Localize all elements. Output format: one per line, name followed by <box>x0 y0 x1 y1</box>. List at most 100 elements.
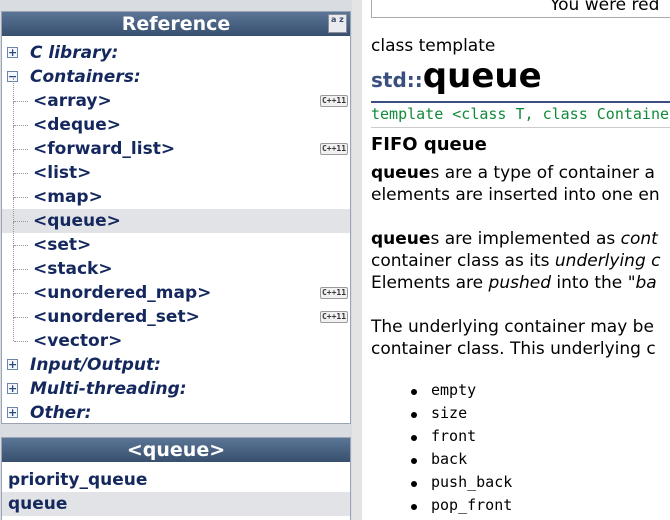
member-function-link[interactable]: empty <box>431 381 476 399</box>
tree-item-label[interactable]: <stack> <box>33 259 113 279</box>
tree-item[interactable]: <unordered_map> C++11 <box>2 270 350 305</box>
tree-item[interactable]: <set> <box>2 222 350 257</box>
paragraph-2-line-3: Elements are pushed into the "ba <box>371 273 657 293</box>
tree-guide-horizontal <box>14 293 28 294</box>
tree-category-label[interactable]: Other: <box>30 403 91 423</box>
paragraph-3: The underlying container may be containe… <box>371 316 656 360</box>
tree-guide-vertical <box>13 318 14 341</box>
member-function-link[interactable]: size <box>431 404 467 422</box>
tree-guide-vertical <box>13 270 14 294</box>
tree-item[interactable]: <array> C++11 <box>2 78 350 113</box>
tree-guide-vertical <box>13 198 14 222</box>
tree-category-15[interactable]: + Other: <box>2 401 350 425</box>
tree-guide-horizontal <box>14 149 28 150</box>
paragraph-3-line-2: container class. This underlying c <box>371 339 656 359</box>
tree-item[interactable]: <stack> <box>2 246 350 281</box>
tree-guide-horizontal <box>14 245 28 246</box>
paragraph-2: queues are implemented as cont container… <box>371 228 661 294</box>
tree-item[interactable]: <forward_list> C++11 <box>2 126 350 161</box>
header-item[interactable]: priority_queue <box>2 468 350 492</box>
title-divider <box>371 101 670 103</box>
tree-item-label[interactable]: <list> <box>33 163 91 183</box>
tree-guide-vertical <box>13 150 14 174</box>
template-signature: template <class T, class Containe <box>371 105 670 123</box>
page-title-text: queue <box>422 56 542 96</box>
tree-item-label[interactable]: <array> <box>33 91 112 111</box>
tree-guide-vertical <box>13 222 14 246</box>
main-content: You were red class template std::queue t… <box>362 0 670 520</box>
tree-item-label[interactable]: <vector> <box>33 331 122 351</box>
tree-item[interactable]: <vector> <box>2 318 350 353</box>
reference-header: Reference a z <box>2 12 350 36</box>
tree-item[interactable]: <unordered_set> C++11 <box>2 294 350 329</box>
tree-item[interactable]: <list> <box>2 150 350 185</box>
paragraph-1: queues are a type of container a element… <box>371 162 660 206</box>
tree-item-label[interactable]: <set> <box>33 235 91 255</box>
queue-header-title: <queue> <box>2 438 350 462</box>
class-template-label: class template <box>371 36 496 56</box>
expand-icon[interactable]: + <box>7 47 18 58</box>
tree-item[interactable]: <map> <box>2 174 350 209</box>
tree-guide-horizontal <box>14 269 28 270</box>
left-sidebar: Reference a z + C library: − Containers: <ar… <box>0 0 352 520</box>
tree-category-label[interactable]: Containers: <box>30 67 141 87</box>
tree-guide-vertical <box>13 102 14 126</box>
tree-item-label[interactable]: <map> <box>33 187 103 207</box>
tree-guide-vertical <box>13 294 14 318</box>
tree-category-label[interactable]: C library: <box>30 43 118 63</box>
member-list-item: empty <box>402 381 512 404</box>
member-list-item: back <box>402 450 512 473</box>
cpp11-badge: C++11 <box>320 95 348 107</box>
az-sort-icon[interactable]: a z <box>328 14 347 33</box>
tree-category-label[interactable]: Multi-threading: <box>30 379 187 399</box>
member-function-list: empty size front back push_back pop_front <box>402 381 512 519</box>
header-item-label[interactable]: priority_queue <box>8 470 147 490</box>
member-list-item: pop_front <box>402 496 512 519</box>
tree-item-label[interactable]: <unordered_map> <box>33 283 211 303</box>
tree-item-label[interactable]: <unordered_set> <box>33 307 200 327</box>
reference-panel: Reference a z + C library: − Containers: <ar… <box>1 11 351 424</box>
tree-category-label[interactable]: Input/Output: <box>30 355 161 375</box>
member-list-item: size <box>402 404 512 427</box>
tree-item-label[interactable]: <forward_list> <box>33 139 175 159</box>
member-list-item: push_back <box>402 473 512 496</box>
paragraph-2-line-2: container class as its underlying c <box>371 251 661 271</box>
expand-icon[interactable]: + <box>7 359 18 370</box>
paragraph-2-line-1: queues are implemented as cont <box>371 229 658 249</box>
page-title: std::queue <box>371 56 542 96</box>
reference-title: Reference <box>121 13 231 35</box>
redirect-notice: You were red <box>371 0 670 18</box>
member-function-link[interactable]: front <box>431 427 476 445</box>
tree-item-label[interactable]: <deque> <box>33 115 121 135</box>
cpp11-badge: C++11 <box>320 143 348 155</box>
tree-guide-horizontal <box>14 317 28 318</box>
tree-category-13[interactable]: + Input/Output: <box>2 353 350 377</box>
expand-icon[interactable]: + <box>7 383 18 394</box>
tree-item[interactable]: <deque> <box>2 102 350 137</box>
tree-category-1[interactable]: − Containers: <box>2 65 350 89</box>
header-item[interactable]: queue <box>2 492 350 516</box>
paragraph-1-line-2: elements are inserted into one en <box>371 185 660 205</box>
tree-guide-vertical <box>13 126 14 150</box>
tree-category-14[interactable]: + Multi-threading: <box>2 377 350 401</box>
tree-item[interactable]: <queue> <box>2 198 350 233</box>
header-item-label[interactable]: queue <box>8 494 67 514</box>
tree-guide-horizontal <box>14 125 28 126</box>
namespace-prefix: std:: <box>371 68 423 92</box>
tree-guide-horizontal <box>14 173 28 174</box>
tree-guide-horizontal <box>14 197 28 198</box>
tree-item-label[interactable]: <queue> <box>33 211 121 231</box>
expand-icon[interactable]: + <box>7 407 18 418</box>
cpp11-badge: C++11 <box>320 287 348 299</box>
member-function-link[interactable]: back <box>431 450 467 468</box>
member-list-item: front <box>402 427 512 450</box>
queue-header-title-text: <queue> <box>126 439 226 461</box>
tree-guide-vertical <box>13 78 14 102</box>
tree-guide-horizontal <box>14 101 28 102</box>
member-function-link[interactable]: push_back <box>431 473 512 491</box>
queue-header-panel: <queue> priority_queuequeue <box>1 437 351 520</box>
member-function-link[interactable]: pop_front <box>431 496 512 514</box>
signature-divider <box>371 127 670 128</box>
paragraph-3-line-1: The underlying container may be <box>371 317 654 337</box>
tree-category-0[interactable]: + C library: <box>2 41 350 65</box>
